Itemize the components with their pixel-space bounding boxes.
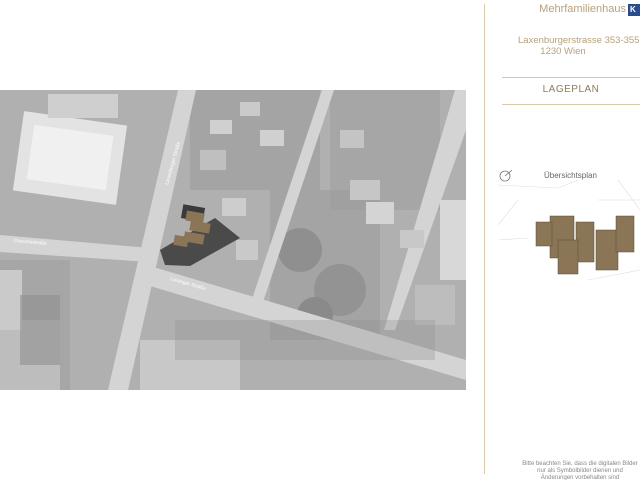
overview-label: Übersichtsplan xyxy=(544,171,597,180)
panel-divider xyxy=(484,4,485,474)
brand-logo: K xyxy=(628,4,640,16)
overview-buildings xyxy=(535,215,635,275)
title-rule-top xyxy=(502,77,640,78)
address-street: Laxenburgerstrasse 353-355 xyxy=(518,35,640,46)
overview-plan xyxy=(498,180,640,281)
section-title: LAGEPLAN xyxy=(542,84,600,95)
disclaimer-text: Bitte beachten Sie, dass die digitalen B… xyxy=(522,461,638,480)
title-rule-bottom xyxy=(502,104,640,105)
project-address: Laxenburgerstrasse 353-355 1230 Wien xyxy=(486,35,640,57)
address-city: 1230 Wien xyxy=(540,46,586,57)
info-panel: Mehrfamilienhaus K Laxenburgerstrasse 35… xyxy=(486,0,640,480)
aerial-site-map: Laxenburger Straße Draschestraße Liesing… xyxy=(0,90,466,390)
brand-title: Mehrfamilienhaus xyxy=(539,3,626,15)
